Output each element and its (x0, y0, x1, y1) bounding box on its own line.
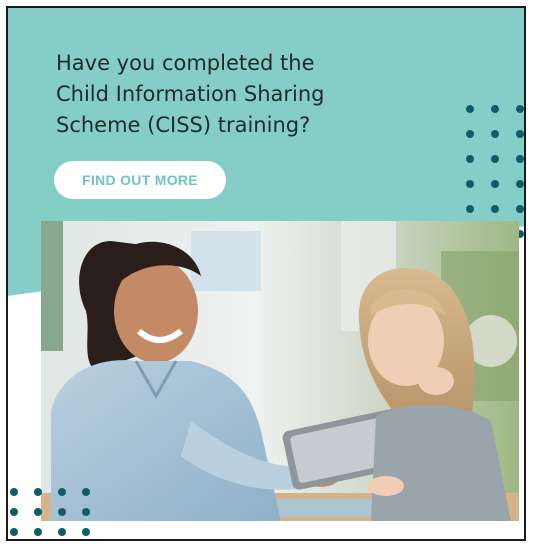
dot (516, 180, 524, 188)
dot (516, 130, 524, 138)
dot (58, 508, 66, 516)
page-title: Have you completed the Child Information… (56, 51, 325, 137)
dot (10, 488, 18, 496)
dot (82, 528, 90, 536)
dot (82, 508, 90, 516)
find-out-more-button[interactable]: FIND OUT MORE (54, 161, 226, 199)
dot (466, 130, 474, 138)
dot (516, 205, 524, 213)
dot (491, 155, 499, 163)
dot (58, 528, 66, 536)
dot (82, 488, 90, 496)
dot (491, 105, 499, 113)
dot (516, 155, 524, 163)
dot (491, 205, 499, 213)
dot-grid-left-icon (8, 488, 118, 539)
dot (34, 528, 42, 536)
dot (466, 180, 474, 188)
dot (34, 488, 42, 496)
dot (491, 130, 499, 138)
dot (491, 180, 499, 188)
dot (466, 205, 474, 213)
dot (10, 508, 18, 516)
promo-banner: Have you completed the Child Information… (6, 6, 526, 541)
dot (10, 528, 18, 536)
dot (58, 488, 66, 496)
dot (34, 508, 42, 516)
dot (516, 105, 524, 113)
dot (466, 105, 474, 113)
teacher-child-tablet-photo (41, 221, 519, 521)
dot (466, 155, 474, 163)
